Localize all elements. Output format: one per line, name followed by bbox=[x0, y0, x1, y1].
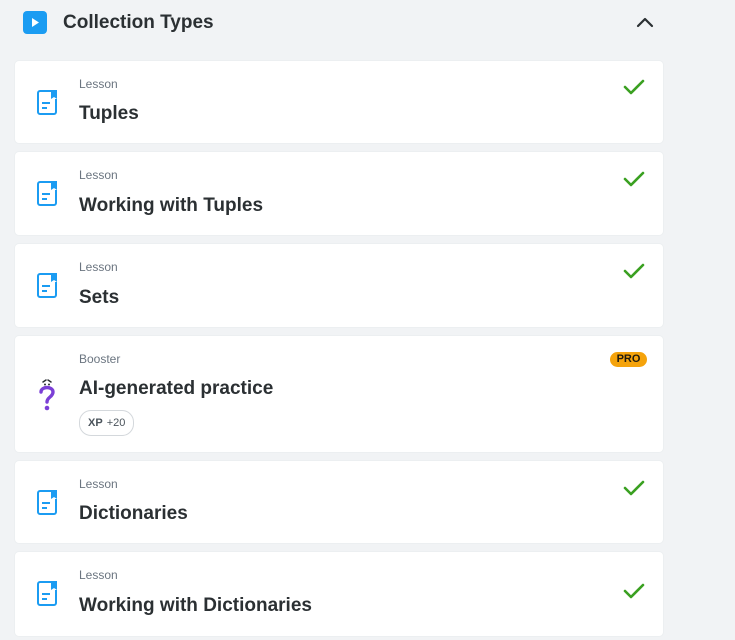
booster-card[interactable]: Booster AI-generated practice PRO XP +20 bbox=[15, 336, 663, 452]
section-header[interactable]: Collection Types bbox=[0, 0, 735, 46]
xp-label: XP bbox=[88, 417, 103, 429]
document-icon bbox=[37, 89, 59, 120]
lesson-card[interactable]: Lesson Dictionaries bbox=[15, 461, 663, 543]
item-type-label: Lesson bbox=[79, 477, 118, 491]
play-icon[interactable] bbox=[23, 11, 47, 34]
lesson-card[interactable]: Lesson Tuples bbox=[15, 61, 663, 143]
document-icon bbox=[37, 580, 59, 611]
section-title: Collection Types bbox=[63, 12, 214, 33]
item-type-label: Lesson bbox=[79, 77, 118, 91]
pro-badge: PRO bbox=[610, 352, 647, 367]
xp-value: +20 bbox=[106, 417, 126, 429]
item-title: Sets bbox=[79, 287, 120, 308]
checkmark-icon bbox=[623, 170, 645, 193]
item-type-label: Booster bbox=[79, 352, 121, 366]
checkmark-icon bbox=[623, 479, 645, 502]
item-title: Dictionaries bbox=[79, 503, 188, 524]
document-icon bbox=[37, 180, 59, 211]
item-type-label: Lesson bbox=[79, 168, 118, 182]
item-type-label: Lesson bbox=[79, 568, 118, 582]
lesson-card[interactable]: Lesson Working with Tuples bbox=[15, 152, 663, 235]
document-icon bbox=[37, 489, 59, 520]
chevron-up-icon[interactable] bbox=[632, 10, 658, 34]
item-type-label: Lesson bbox=[79, 260, 118, 274]
lesson-card[interactable]: Lesson Sets bbox=[15, 244, 663, 327]
item-title: AI-generated practice bbox=[79, 378, 274, 399]
xp-reward-pill: XP +20 bbox=[79, 410, 135, 436]
item-title: Working with Tuples bbox=[79, 195, 264, 216]
document-icon bbox=[37, 272, 59, 303]
checkmark-icon bbox=[623, 582, 645, 605]
lesson-card[interactable]: Lesson Working with Dictionaries bbox=[15, 552, 663, 636]
checkmark-icon bbox=[623, 78, 645, 101]
checkmark-icon bbox=[623, 262, 645, 285]
item-title: Tuples bbox=[79, 103, 139, 124]
question-mark-icon bbox=[37, 378, 57, 417]
item-title: Working with Dictionaries bbox=[79, 595, 312, 616]
